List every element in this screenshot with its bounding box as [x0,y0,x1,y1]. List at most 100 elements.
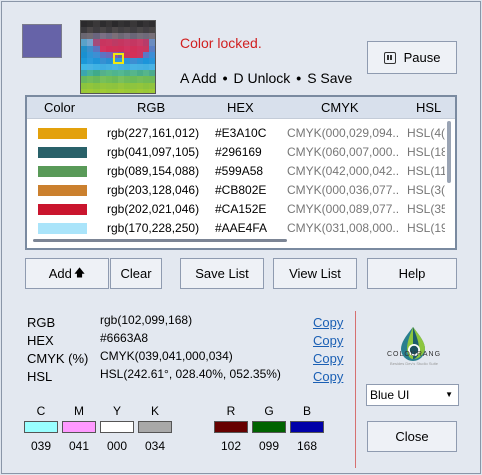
row-cmyk: CMYK(042,000,042... [287,164,399,178]
cmyk-channel-swatch [24,421,58,433]
rgb-channel-value: 099 [258,439,280,453]
rgb-value: rgb(102,099,168) [100,313,193,327]
rgb-channel-value: 168 [296,439,318,453]
current-color-swatch [22,24,62,58]
clear-button[interactable]: Clear [110,258,162,289]
row-hex: #E3A10C [215,126,267,140]
hex-label: HEX [27,333,54,348]
pause-label: Pause [403,50,441,65]
dropdown-caret-icon: ▼ [445,390,453,399]
separator-dot: • [222,70,228,86]
row-hex: #AAE4FA [215,221,268,235]
row-color-swatch [38,147,87,158]
cmyk-value: CMYK(039,041,000,034) [100,349,233,363]
row-color-swatch [38,223,87,234]
row-rgb: rgb(203,128,046) [107,183,200,197]
rgb-channel-swatch [290,421,324,433]
cmyk-channel-label: Y [112,404,121,418]
rgb-channel-swatch [214,421,248,433]
row-color-swatch [38,204,87,215]
table-row[interactable]: rgb(203,128,046) #CB802E CMYK(000,036,077.… [27,181,455,200]
close-button[interactable]: Close [367,421,457,452]
row-hsl: HSL(3( [407,183,445,197]
magnifier-cursor [113,53,124,64]
row-cmyk: CMYK(000,036,077... [287,183,399,197]
pause-button[interactable]: Pause [367,41,457,74]
arrow-up-icon: 🡅 [73,267,86,279]
table-row[interactable]: rgb(170,228,250) #AAE4FA CMYK(031,008,000.… [27,219,455,238]
cmyk-channel-value: 041 [68,439,90,453]
logo-wordmark: COLOURANG [386,351,442,358]
row-hex: #296169 [215,145,262,159]
row-hsl: HSL(11 [407,164,445,178]
table-row[interactable]: rgb(227,161,012) #E3A10C CMYK(000,029,094.… [27,124,455,143]
help-button[interactable]: Help [367,258,457,289]
theme-select-value: Blue UI [370,388,410,402]
shortcut-hints: A Add • D Unlock • S Save [180,70,352,86]
row-rgb: rgb(170,228,250) [107,221,200,235]
cmyk-label: CMYK (%) [27,351,89,366]
rgb-channel-value: 102 [220,439,242,453]
table-row[interactable]: rgb(041,097,105) #296169 CMYK(060,007,000.… [27,143,455,162]
copy-cmyk-link[interactable]: Copy [313,351,343,366]
add-button[interactable]: Add 🡅 [25,258,109,289]
table-row[interactable]: rgb(089,154,088) #599A58 CMYK(042,000,042.… [27,162,455,181]
hex-value: #6663A8 [100,331,149,345]
row-cmyk: CMYK(031,008,000... [287,221,399,235]
row-hsl: HSL(18 [407,145,445,159]
lock-status-text: Color locked. [180,35,262,51]
view-list-button[interactable]: View List [273,258,357,289]
row-cmyk: CMYK(000,089,077... [287,202,399,216]
color-list-table[interactable]: Color RGB HEX CMYK HSL rgb(227,161,012) #… [25,95,457,250]
magnifier-pixel [148,88,155,93]
rgb-channel-label: B [302,404,311,418]
theme-select[interactable]: Blue UI ▼ [366,384,459,406]
copy-rgb-link[interactable]: Copy [313,315,343,330]
row-rgb: rgb(227,161,012) [107,126,200,140]
rgb-channel-swatch [252,421,286,433]
row-rgb: rgb(089,154,088) [107,164,200,178]
rgb-channel-label: R [226,404,236,418]
copy-hsl-link[interactable]: Copy [313,369,343,384]
row-hsl: HSL(19 [407,221,445,235]
row-hsl: HSL(35 [407,202,445,216]
row-color-swatch [38,185,87,196]
cmyk-channel-label: C [36,404,46,418]
shortcut-save: S Save [307,70,353,86]
logo-tagline: Besides Dev's Studio Suite [390,361,438,366]
row-hex: #CA152E [215,202,267,216]
hsl-value: HSL(242.61°, 028.40%, 052.35%) [100,367,281,381]
row-color-swatch [38,128,87,139]
row-color-swatch [38,166,87,177]
save-list-button[interactable]: Save List [180,258,264,289]
table-header: Color RGB HEX CMYK HSL [27,97,455,119]
copy-hex-link[interactable]: Copy [313,333,343,348]
column-header-cmyk[interactable]: CMYK [321,100,359,115]
cmyk-channel-swatch [100,421,134,433]
row-cmyk: CMYK(000,029,094... [287,126,399,140]
shortcut-unlock: D Unlock [233,70,291,86]
column-header-rgb[interactable]: RGB [137,100,165,115]
separator-dot: • [296,70,302,86]
row-rgb: rgb(041,097,105) [107,145,200,159]
shortcut-add: A Add [180,70,217,86]
section-divider [355,311,356,468]
row-hex: #CB802E [215,183,267,197]
horizontal-scrollbar[interactable] [33,239,287,242]
vertical-scrollbar[interactable] [447,121,451,183]
pause-icon [383,51,396,64]
cmyk-channel-label: K [150,404,159,418]
row-rgb: rgb(202,021,046) [107,202,200,216]
column-header-color[interactable]: Color [44,100,75,115]
cmyk-channel-swatch [138,421,172,433]
cmyk-channel-value: 039 [30,439,52,453]
cmyk-channel-swatch [62,421,96,433]
magnifier-pixel-row [81,88,155,93]
cmyk-channel-label: M [74,404,84,418]
column-header-hex[interactable]: HEX [227,100,254,115]
column-header-hsl[interactable]: HSL [416,100,441,115]
table-row[interactable]: rgb(202,021,046) #CA152E CMYK(000,089,077.… [27,200,455,219]
row-hsl: HSL(4( [407,126,445,140]
row-cmyk: CMYK(060,007,000... [287,145,399,159]
cmyk-channel-value: 000 [106,439,128,453]
